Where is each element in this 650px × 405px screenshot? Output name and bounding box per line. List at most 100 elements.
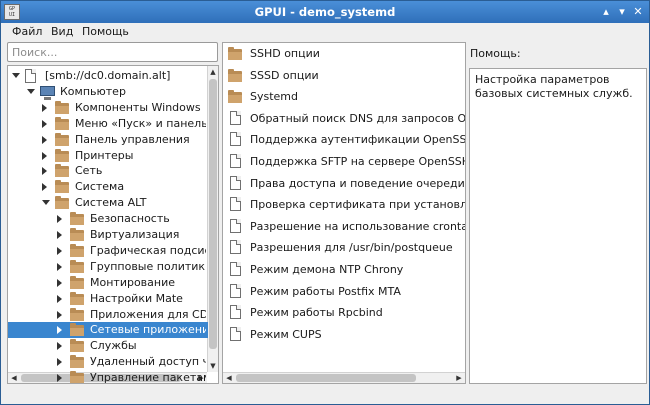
document-icon (230, 283, 241, 298)
chevron-right-icon[interactable] (57, 342, 62, 351)
scrollbar-thumb[interactable] (236, 374, 416, 382)
document-icon (230, 175, 241, 190)
menu-help[interactable]: Помощь (82, 25, 129, 38)
document-icon (230, 110, 241, 125)
chevron-right-icon[interactable] (57, 231, 62, 239)
folder-icon (70, 323, 84, 337)
document-icon (230, 305, 241, 320)
list-horizontal-scrollbar[interactable]: ◀ ▶ (223, 372, 465, 383)
tree-item[interactable]: Графическая подсис (8, 243, 208, 259)
list-item-label: Поддержка аутентификации OpenSSH-клие (250, 133, 466, 147)
tree-item[interactable]: Компьютер (8, 84, 208, 100)
folder-icon (55, 100, 69, 114)
chevron-right-icon[interactable] (42, 167, 47, 176)
menu-file[interactable]: Файл (12, 25, 42, 38)
scroll-right-icon[interactable]: ▶ (454, 373, 464, 383)
list-item[interactable]: Проверка сертификата при установлении с (223, 194, 465, 215)
menu-view[interactable]: Вид (51, 25, 73, 38)
chevron-down-icon[interactable] (42, 200, 50, 206)
tree-item-label: Панель управления (75, 132, 190, 146)
folder-icon (228, 90, 242, 104)
list-item[interactable]: Права доступа и поведение очереди задани (223, 173, 465, 194)
tree-item[interactable]: Удаленный доступ ч (8, 354, 208, 370)
folder-icon (70, 228, 84, 241)
folder-icon (228, 68, 242, 82)
list-item[interactable]: Systemd (223, 86, 463, 107)
list-item-label: SSHD опции (250, 47, 320, 60)
list-item[interactable]: SSHD опции (223, 43, 463, 64)
list-item[interactable]: Поддержка аутентификации OpenSSH-клие (223, 129, 466, 150)
tree-item[interactable]: Службы (8, 338, 208, 354)
list-item[interactable]: Режим работы Postfix MTA (223, 281, 463, 302)
chevron-right-icon[interactable] (42, 151, 47, 160)
chevron-right-icon[interactable] (42, 183, 47, 192)
document-icon (230, 240, 241, 255)
tree-item[interactable]: Система (8, 179, 208, 195)
folder-icon (70, 259, 84, 273)
tree-item[interactable]: [smb://dc0.domain.alt] (8, 68, 208, 84)
scroll-left-icon[interactable]: ◀ (224, 373, 234, 383)
tree-item[interactable]: Компоненты Windows (8, 100, 208, 116)
tree-item-label: Компьютер (60, 84, 126, 98)
list-item[interactable]: Обратный поиск DNS для запросов OpenLDA (223, 108, 466, 129)
chevron-right-icon[interactable] (57, 215, 62, 224)
chevron-down-icon[interactable] (12, 73, 20, 78)
chevron-down-icon[interactable] (27, 88, 35, 94)
title-bar[interactable]: GP UI GPUI - demo_systemd ▴ ▾ ✕ (1, 1, 649, 23)
tree-item[interactable]: Управление пакетами (8, 370, 208, 383)
tree-item-label: Принтеры (75, 148, 134, 162)
policy-tree[interactable]: ▲ ▼ ◀ ▶ [smb://dc0.domain.alt] Компьютер К… (7, 65, 219, 384)
tree-item[interactable]: Монтирование (8, 275, 208, 291)
search-input[interactable] (7, 42, 218, 62)
scrollbar-thumb[interactable] (209, 79, 217, 349)
chevron-right-icon[interactable] (57, 278, 62, 287)
minimize-icon[interactable]: ▴ (599, 5, 613, 19)
chevron-right-icon[interactable] (57, 310, 62, 319)
tree-item[interactable]: Принтеры (8, 148, 208, 164)
list-item[interactable]: SSSD опции (223, 65, 463, 86)
tree-item[interactable]: Сетевые приложения (8, 322, 208, 339)
tree-item[interactable]: Безопасность (8, 211, 208, 227)
scroll-up-icon[interactable]: ▲ (208, 67, 218, 77)
chevron-right-icon[interactable] (42, 119, 47, 128)
folder-icon (70, 339, 84, 353)
scroll-down-icon[interactable]: ▼ (208, 361, 218, 371)
folder-icon (55, 180, 69, 194)
folder-icon (70, 243, 84, 257)
folder-icon (70, 212, 84, 226)
chevron-right-icon[interactable] (57, 262, 62, 271)
chevron-right-icon[interactable] (57, 326, 62, 335)
list-item[interactable]: Разрешения для /usr/bin/postqueue (223, 237, 463, 258)
chevron-right-icon[interactable] (42, 135, 47, 144)
tree-item[interactable]: Сеть (8, 163, 208, 179)
tree-item[interactable]: Система ALT (8, 195, 208, 211)
tree-vertical-scrollbar[interactable]: ▲ ▼ (207, 66, 218, 372)
tree-item-label: Безопасность (90, 212, 170, 226)
list-item[interactable]: Поддержка SFTP на сервере OpenSSH (223, 151, 465, 172)
chevron-right-icon[interactable] (42, 103, 47, 112)
chevron-right-icon[interactable] (57, 246, 62, 255)
tree-item[interactable]: Приложения для CD (8, 307, 208, 323)
chevron-right-icon[interactable] (57, 358, 62, 367)
list-item[interactable]: Режим CUPS (223, 324, 463, 345)
list-item[interactable]: Разрешение на использование crontab (223, 216, 465, 237)
tree-item-label: Настройки Mate (90, 291, 183, 305)
tree-item[interactable]: Настройки Mate (8, 291, 208, 307)
folder-icon (70, 291, 84, 305)
window-title: GPUI - demo_systemd (254, 5, 396, 19)
list-item[interactable]: Режим работы Rpcbind (223, 302, 463, 323)
tree-item[interactable]: Панель управления (8, 132, 208, 148)
policy-list[interactable]: ◀ ▶ SSHD опции SSSD опции Systemd Обратный … (222, 42, 466, 384)
tree-item[interactable]: Меню «Пуск» и панель (8, 116, 208, 132)
tree-item[interactable]: Групповые политики (8, 259, 208, 275)
tree-item[interactable]: Виртуализация (8, 227, 208, 243)
chevron-right-icon[interactable] (57, 374, 62, 383)
list-item-label: Обратный поиск DNS для запросов OpenLDA (250, 111, 466, 125)
close-icon[interactable]: ✕ (631, 5, 645, 19)
list-item[interactable]: Режим демона NTP Chrony (223, 259, 463, 280)
maximize-icon[interactable]: ▾ (615, 5, 629, 19)
tree-item-label: Сетевые приложения (90, 323, 206, 337)
folder-icon (70, 371, 84, 383)
chevron-right-icon[interactable] (57, 294, 62, 303)
document-icon (25, 69, 36, 83)
